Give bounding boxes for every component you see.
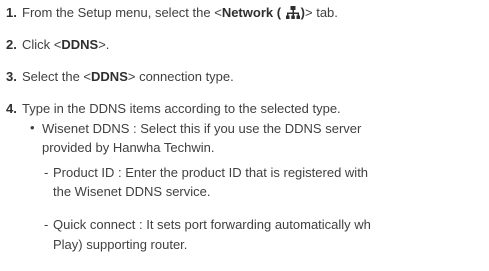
- step-1-pre: From the Setup menu, select the <: [22, 5, 222, 20]
- step-1-text: From the Setup menu, select the <Network…: [22, 5, 338, 21]
- subitem-2-dash: -: [44, 217, 49, 232]
- step-2-bold: DDNS: [61, 37, 99, 52]
- subitem-1-line-1: Product ID : Enter the product ID that i…: [53, 165, 369, 180]
- step-2-number: 2.: [6, 37, 17, 52]
- step-4-text: Type in the DDNS items according to the …: [22, 101, 341, 116]
- step-3-pre: Select the <: [22, 69, 92, 84]
- step-2-post: >.: [98, 37, 110, 52]
- bullet-dot: •: [30, 120, 35, 135]
- step-1-bold: Network (: [221, 5, 282, 20]
- step-3-text: Select the <DDNS> connection type.: [22, 69, 234, 85]
- step-1-number: 1.: [6, 5, 17, 20]
- subitem-2-line-2: Play) supporting router.: [53, 237, 188, 252]
- step-2-pre: Click <: [22, 37, 62, 52]
- step-2-text: Click <DDNS>.: [22, 37, 109, 53]
- subitem-2-line-1: Quick connect : It sets port forwarding …: [53, 217, 371, 232]
- step-3-number: 3.: [6, 69, 17, 84]
- step-3-bold: DDNS: [91, 69, 128, 84]
- subitem-1-line-2: the Wisenet DDNS service.: [53, 184, 211, 199]
- step-1-post: > tab.: [305, 5, 338, 20]
- bullet-line-2: provided by Hanwha Techwin.: [42, 140, 215, 155]
- bullet-line-1: Wisenet DDNS : Select this if you use th…: [42, 121, 362, 136]
- step-4-number: 4.: [6, 101, 17, 116]
- subitem-1-dash: -: [44, 165, 49, 180]
- network-icon: [285, 6, 300, 19]
- step-3-post: > connection type.: [127, 69, 234, 84]
